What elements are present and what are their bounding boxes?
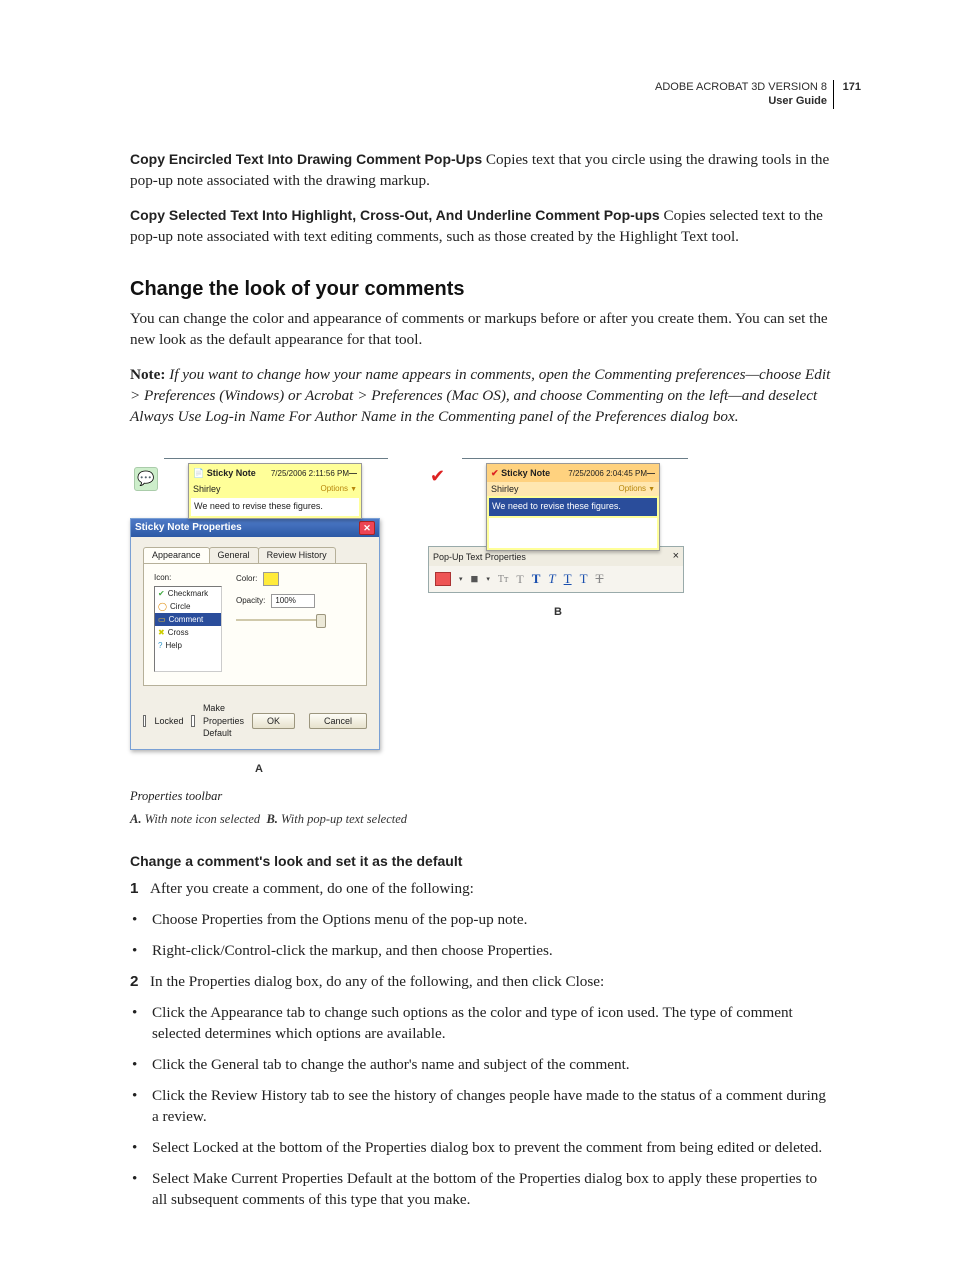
options-menu[interactable]: Options▼ [320, 483, 357, 495]
toolbar-title: Pop-Up Text Properties [433, 551, 526, 563]
figure-a-label: A [130, 762, 388, 777]
step1-bullet-2: Right-click/Control-click the markup, an… [152, 941, 553, 962]
default-label: Make Properties Default [203, 702, 244, 739]
step1-bullet-1: Choose Properties from the Options menu … [152, 910, 527, 931]
popup-text-properties-toolbar: Pop-Up Text Properties × ▾ ■▾ Tᴛ T T T T… [428, 546, 684, 593]
locked-label: Locked [154, 715, 183, 727]
ok-button[interactable]: OK [252, 713, 295, 729]
note-date-b: 7/25/2006 2:04:45 PM [568, 468, 647, 479]
tab-general[interactable]: General [209, 547, 259, 562]
options-menu-b[interactable]: Options▼ [618, 483, 655, 495]
default-checkbox[interactable] [191, 715, 194, 727]
horizontal-ruler [164, 442, 388, 459]
figure-b-label: B [428, 605, 688, 620]
note-author: Shirley [193, 483, 221, 495]
sticky-note-popup-b: ✔ Sticky Note 7/25/2006 2:04:45 PM— Shir… [486, 463, 660, 551]
subheading: Change a comment's look and set it as th… [130, 852, 834, 871]
underline-icon[interactable]: T [564, 570, 572, 588]
step-2: In the Properties dialog box, do any of … [150, 972, 604, 993]
sticky-note-popup-a: 📄 Sticky Note 7/25/2006 2:11:56 PM— Shir… [188, 463, 362, 519]
step2-bullet-4: Select Locked at the bottom of the Prope… [152, 1138, 822, 1159]
para-copy-selected: Copy Selected Text Into Highlight, Cross… [130, 206, 834, 248]
color-swatch[interactable] [263, 572, 279, 586]
bold-icon[interactable]: T [532, 570, 541, 588]
guide-label: User Guide [768, 95, 827, 107]
note-title: Sticky Note [207, 467, 256, 479]
figure-a: 💬 📄 Sticky Note 7/25/2006 2:11:56 PM— Sh… [130, 442, 388, 777]
text-color-swatch[interactable] [435, 572, 451, 586]
step2-bullet-5: Select Make Current Properties Default a… [152, 1169, 834, 1211]
opacity-label: Opacity: [236, 595, 265, 606]
note-body: If you want to change how your name appe… [130, 366, 830, 425]
tab-appearance[interactable]: Appearance [143, 547, 210, 562]
toolbar-close-icon[interactable]: × [673, 549, 679, 564]
figure-caption-title: Properties toolbar [130, 788, 834, 805]
running-header: ADOBE ACROBAT 3D VERSION 8 User Guide 17… [655, 80, 834, 109]
step2-bullet-1: Click the Appearance tab to change such … [152, 1003, 834, 1045]
note-para: Note: If you want to change how your nam… [130, 365, 834, 428]
icon-listbox[interactable]: ✔Checkmark ◯Circle ▭Comment ✖Cross ?Help… [154, 586, 222, 672]
intro-para: You can change the color and appearance … [130, 309, 834, 351]
horizontal-ruler-b [462, 442, 688, 459]
scrollbar-horizontal[interactable]: ◂▸ [155, 671, 222, 672]
note-title-b: Sticky Note [501, 467, 550, 479]
figure-caption: A. With note icon selected B. With pop-u… [130, 811, 834, 828]
figures-row: 💬 📄 Sticky Note 7/25/2006 2:11:56 PM— Sh… [130, 442, 834, 777]
italic-icon[interactable]: T [548, 570, 555, 588]
scrollbar-vertical[interactable]: ▴▾ [221, 587, 222, 672]
note-date: 7/25/2006 2:11:56 PM [271, 468, 349, 479]
note-body-text[interactable]: We need to revise these figures. [191, 498, 359, 516]
note-author-b: Shirley [491, 483, 519, 495]
product-name: ADOBE ACROBAT 3D VERSION 8 [655, 81, 827, 93]
step2-bullet-3: Click the Review History tab to see the … [152, 1086, 834, 1128]
step-1: After you create a comment, do one of th… [150, 879, 474, 900]
opacity-slider[interactable] [236, 616, 326, 624]
runin-1: Copy Encircled Text Into Drawing Comment… [130, 151, 482, 167]
icon-label: Icon: [154, 572, 222, 583]
strikethrough-icon[interactable]: T [596, 570, 604, 588]
superscript-icon[interactable]: T [580, 570, 588, 588]
color-label: Color: [236, 573, 257, 584]
font-picker[interactable]: ■ [471, 570, 479, 588]
figure-b: ✔ ✔ Sticky Note 7/25/2006 2:04:45 PM— Sh… [428, 442, 688, 620]
tab-review-history[interactable]: Review History [258, 547, 336, 562]
step2-bullet-2: Click the General tab to change the auth… [152, 1055, 630, 1076]
note-label: Note: [130, 366, 165, 383]
close-icon[interactable]: ✕ [359, 521, 375, 535]
properties-dialog: Sticky Note Properties ✕ Appearance Gene… [130, 518, 380, 750]
page-number: 171 [843, 80, 861, 94]
section-heading: Change the look of your comments [130, 276, 834, 304]
dialog-title: Sticky Note Properties [135, 521, 242, 535]
locked-checkbox[interactable] [143, 715, 146, 727]
size-small-icon[interactable]: Tᴛ [498, 573, 508, 587]
runin-2: Copy Selected Text Into Highlight, Cross… [130, 207, 660, 223]
opacity-input[interactable]: 100% [271, 594, 315, 608]
para-copy-encircled: Copy Encircled Text Into Drawing Comment… [130, 150, 834, 192]
size-large-icon[interactable]: T [516, 571, 523, 588]
note-body-selected[interactable]: We need to revise these figures. [489, 498, 657, 516]
cancel-button[interactable]: Cancel [309, 713, 367, 729]
